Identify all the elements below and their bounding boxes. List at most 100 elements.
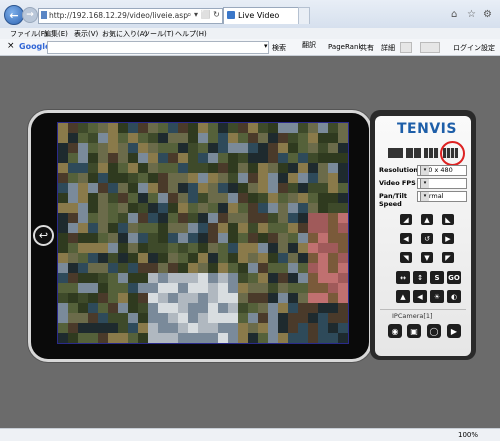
home-icon[interactable]: ⌂ xyxy=(451,9,457,20)
video-pixel xyxy=(188,133,198,143)
forward-button[interactable]: → xyxy=(22,7,38,23)
ptz-down-button[interactable]: ▼ xyxy=(421,252,433,263)
video-pixel xyxy=(148,303,158,313)
ptz-up-left-button[interactable]: ◢ xyxy=(400,214,412,225)
layout-single-icon[interactable] xyxy=(388,148,403,158)
toolbar-toggle-2[interactable] xyxy=(420,42,440,53)
vertical-patrol-button[interactable]: ↕ xyxy=(413,271,427,284)
tab-live-video[interactable]: Live Video xyxy=(223,7,299,24)
snapshot-icon[interactable]: ◉ xyxy=(388,324,402,338)
brand-logo: TENVIS xyxy=(397,121,457,137)
details-button[interactable]: 詳細 xyxy=(381,43,395,53)
flip-icon[interactable]: ▲ xyxy=(396,290,410,303)
menu-view[interactable]: 表示(V) xyxy=(74,29,98,39)
video-pixel xyxy=(208,283,218,293)
toolbar-toggle[interactable] xyxy=(400,42,412,53)
video-pixel xyxy=(278,143,288,153)
layout-dual-icon[interactable] xyxy=(406,148,421,158)
ptz-center-button[interactable]: ↺ xyxy=(421,233,433,244)
video-pixel xyxy=(158,283,168,293)
video-pixel xyxy=(258,213,268,223)
zoom-level[interactable]: 100% xyxy=(458,431,478,439)
video-pixel xyxy=(308,213,318,223)
video-camera-icon[interactable]: ▶ xyxy=(447,324,461,338)
back-button[interactable]: ← xyxy=(4,5,24,25)
video-pixel xyxy=(128,123,138,133)
video-pixel xyxy=(218,203,228,213)
ptz-down-left-button[interactable]: ◥ xyxy=(400,252,412,263)
ptz-up-right-button[interactable]: ◣ xyxy=(442,214,454,225)
video-pixel xyxy=(68,333,78,343)
video-pixel xyxy=(218,243,228,253)
horizontal-patrol-button[interactable]: ↔ xyxy=(396,271,410,284)
video-pixel xyxy=(278,123,288,133)
camera-icon[interactable]: ◯ xyxy=(427,324,441,338)
video-pixel xyxy=(228,243,238,253)
search-dropdown-icon[interactable]: ▾ xyxy=(264,42,268,50)
video-pixel xyxy=(208,223,218,233)
video-pixel xyxy=(278,253,288,263)
stop-button[interactable]: S xyxy=(430,271,444,284)
video-pixel xyxy=(278,173,288,183)
ptz-right-button[interactable]: ▶ xyxy=(442,233,454,244)
toolbar-close-icon[interactable]: × xyxy=(7,41,15,51)
layout-quad-icon[interactable] xyxy=(424,148,439,158)
address-bar[interactable]: http://192.168.12.29/video/liveie.asp ⌕ … xyxy=(38,8,229,24)
video-pixel xyxy=(208,273,218,283)
menu-favorites[interactable]: お気に入り(A) xyxy=(102,29,147,39)
video-pixel xyxy=(248,263,258,273)
video-pixel xyxy=(218,163,228,173)
video-pixel xyxy=(278,153,288,163)
google-search-button[interactable]: 検索 xyxy=(272,43,286,53)
go-button[interactable]: GO xyxy=(447,271,461,284)
toolbar-settings-button[interactable]: 設定 xyxy=(481,43,495,53)
video-pixel xyxy=(158,293,168,303)
video-pixel xyxy=(278,243,288,253)
fps-label: Video FPS xyxy=(379,179,416,187)
brightness-icon[interactable]: ☀ xyxy=(430,290,444,303)
resolution-select[interactable]: 640 x 480 ▾ xyxy=(417,165,467,176)
video-pixel xyxy=(138,173,148,183)
menu-tools[interactable]: ツール(T) xyxy=(143,29,174,39)
fps-select[interactable]: 30 ▾ xyxy=(417,178,467,189)
video-pixel xyxy=(208,173,218,183)
video-pixel xyxy=(168,263,178,273)
video-pixel xyxy=(318,193,328,203)
video-pixel xyxy=(278,213,288,223)
record-icon[interactable]: ▣ xyxy=(407,324,421,338)
video-pixel xyxy=(78,203,88,213)
ptz-left-button[interactable]: ◀ xyxy=(400,233,412,244)
menu-help[interactable]: ヘルプ(H) xyxy=(175,29,207,39)
google-search-input[interactable] xyxy=(47,41,269,54)
menu-edit[interactable]: 編集(E) xyxy=(44,29,68,39)
login-button[interactable]: ログイン xyxy=(453,43,481,53)
new-tab-button[interactable] xyxy=(298,7,310,24)
video-pixel xyxy=(298,323,308,333)
return-icon[interactable]: ↩ xyxy=(33,225,54,246)
video-pixel xyxy=(288,303,298,313)
video-pixel xyxy=(248,303,258,313)
contrast-icon[interactable]: ◐ xyxy=(447,290,461,303)
video-pixel xyxy=(198,153,208,163)
translate-button[interactable]: 翻訳 xyxy=(302,40,316,50)
pantilt-speed-label: Speed xyxy=(379,200,402,208)
video-pixel xyxy=(208,293,218,303)
video-pixel xyxy=(328,293,338,303)
favorites-star-icon[interactable]: ☆ xyxy=(467,9,476,20)
video-pixel xyxy=(128,303,138,313)
video-pixel xyxy=(138,253,148,263)
video-pixel xyxy=(118,283,128,293)
pantilt-select[interactable]: Normal ▾ xyxy=(417,191,467,202)
resolution-label: Resolution xyxy=(379,166,419,174)
tools-gear-icon[interactable]: ⚙ xyxy=(483,9,492,20)
video-pixel xyxy=(78,213,88,223)
video-pixel xyxy=(168,163,178,173)
menu-file[interactable]: ファイル(F) xyxy=(10,29,48,39)
video-pixel xyxy=(68,253,78,263)
mirror-icon[interactable]: ◀ xyxy=(413,290,427,303)
ptz-up-button[interactable]: ▲ xyxy=(421,214,433,225)
ptz-down-right-button[interactable]: ◤ xyxy=(442,252,454,263)
chevron-down-icon: ▾ xyxy=(420,166,429,175)
video-pixel xyxy=(118,213,128,223)
share-button[interactable]: 共有 xyxy=(360,43,374,53)
